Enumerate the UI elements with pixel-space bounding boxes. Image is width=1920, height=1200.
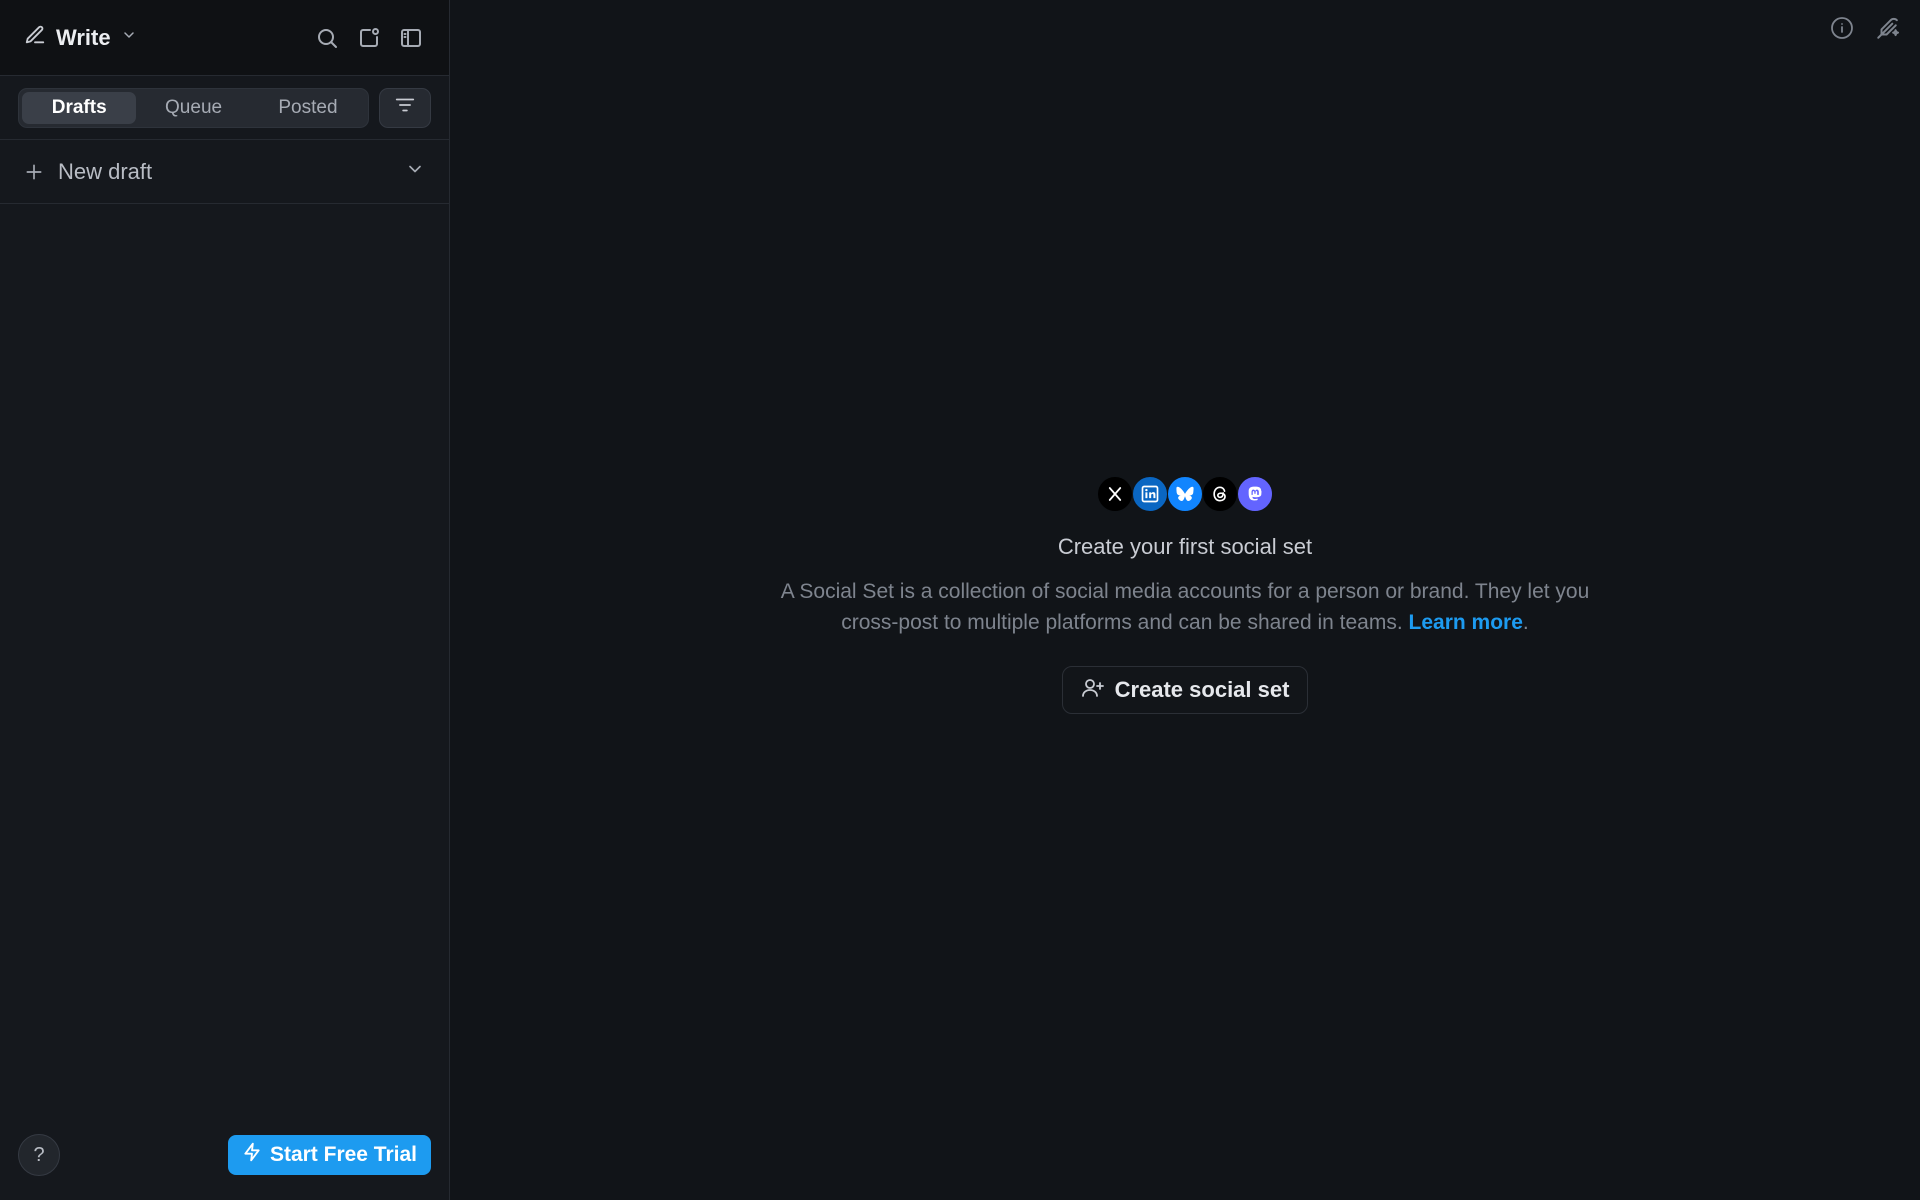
top-right-toolbar [1828, 14, 1902, 42]
mastodon-icon [1236, 476, 1273, 512]
draft-tabs: Drafts Queue Posted [18, 87, 370, 128]
tab-queue[interactable]: Queue [136, 92, 250, 124]
sidebar-footer: ? Start Free Trial [0, 1110, 449, 1200]
pencil-icon [24, 24, 46, 51]
write-title: Write [56, 24, 111, 50]
create-social-set-label: Create social set [1114, 677, 1290, 702]
sidebar-header: Write [0, 0, 449, 76]
info-icon [1830, 16, 1854, 40]
chevron-down-icon [121, 27, 137, 48]
add-user-icon [1081, 676, 1105, 705]
sidebar-toggle-icon [399, 26, 423, 50]
feather-pen-icon [1875, 15, 1901, 41]
filter-button[interactable] [379, 87, 431, 128]
empty-state: Create your first social set A Social Se… [450, 476, 1920, 714]
new-draft-label: New draft [58, 158, 153, 184]
empty-state-title: Create your first social set [1057, 534, 1313, 559]
new-draft-button[interactable]: New draft [0, 140, 449, 204]
lightning-icon [242, 1142, 262, 1168]
info-button[interactable] [1828, 14, 1856, 42]
tab-drafts[interactable]: Drafts [22, 91, 137, 124]
search-button[interactable] [313, 24, 341, 52]
tab-posted[interactable]: Posted [251, 92, 365, 124]
create-social-set-button[interactable]: Create social set [1061, 666, 1309, 714]
threads-icon [1201, 476, 1238, 512]
linkedin-icon [1131, 476, 1168, 512]
plus-icon [24, 162, 44, 182]
app-root: Write Drafts Queue Posted New draft ? St… [0, 0, 1920, 1200]
chevron-down-icon[interactable] [405, 159, 425, 184]
filter-icon [394, 94, 416, 121]
platform-icons [1096, 476, 1273, 512]
bluesky-icon [1166, 476, 1203, 512]
help-button[interactable]: ? [18, 1134, 60, 1176]
tabs-row: Drafts Queue Posted [0, 76, 449, 140]
new-window-button[interactable] [355, 24, 383, 52]
sidebar-toggle-button[interactable] [397, 24, 425, 52]
write-menu-button[interactable]: Write [24, 18, 137, 58]
start-free-trial-label: Start Free Trial [269, 1143, 417, 1166]
main-content: Create your first social set A Social Se… [450, 0, 1920, 1200]
description-trailing: . [1522, 611, 1529, 634]
search-icon [315, 26, 339, 50]
compose-button[interactable] [1874, 14, 1902, 42]
new-window-icon [357, 26, 381, 50]
start-free-trial-button[interactable]: Start Free Trial [227, 1135, 431, 1175]
learn-more-link[interactable]: Learn more [1409, 611, 1523, 634]
x-icon [1096, 476, 1133, 512]
empty-state-description: A Social Set is a collection of social m… [765, 576, 1605, 638]
sidebar: Write Drafts Queue Posted New draft ? St… [0, 0, 450, 1200]
